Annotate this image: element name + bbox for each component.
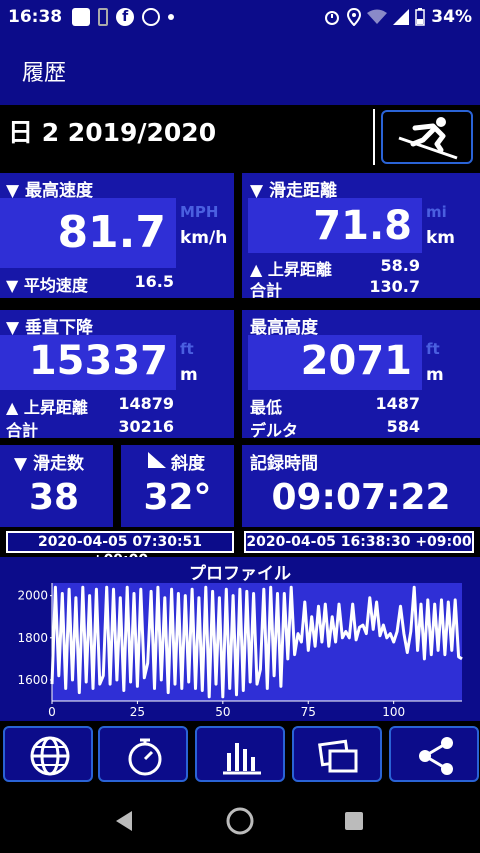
battery-percent: 34% xyxy=(431,6,472,27)
max-speed-value: 81.7 xyxy=(57,207,166,258)
header-divider xyxy=(373,109,375,165)
share-icon xyxy=(419,737,453,775)
alarm-icon xyxy=(325,10,340,25)
start-time: 2020-04-05 07:30:51 +09:00 xyxy=(6,531,234,568)
slope-panel[interactable]: 斜度 32° xyxy=(121,445,234,527)
x-tick-label: 0 xyxy=(48,705,56,719)
x-tick-label: 100 xyxy=(382,705,405,719)
runs-value: 38 xyxy=(28,477,80,518)
delta-altitude-value: 584 xyxy=(386,417,420,436)
distance-value: 71.8 xyxy=(313,203,412,249)
slope-title: 斜度 xyxy=(171,454,205,474)
distance-panel[interactable]: ▼ 滑走距離 71.8 mi km ▲ 上昇距離 58.9 合計 130.7 xyxy=(242,173,480,300)
profile-chart: 1600 1800 2000 0 25 50 75 100 xyxy=(17,583,463,719)
app-notification-icon xyxy=(72,7,91,26)
page-title: 履歴 xyxy=(22,61,67,86)
slope-value: 32° xyxy=(143,477,212,518)
avg-speed-label: ▼ 平均速度 xyxy=(6,276,88,295)
duration-title: 記録時間 xyxy=(250,454,318,474)
recents-icon[interactable] xyxy=(343,810,365,832)
bar-chart-icon xyxy=(223,743,261,775)
distance-total-label: 合計 xyxy=(250,281,283,300)
x-tick-label: 50 xyxy=(215,705,230,719)
max-altitude-panel[interactable]: 最高高度 2071 ft m 最低 1487 デルタ 584 xyxy=(242,310,480,440)
vertical-descent-value: 15337 xyxy=(28,338,168,384)
runs-panel[interactable]: ▼ 滑走数 38 xyxy=(0,445,113,527)
profile-chart-panel[interactable]: プロファイル 1600 1800 2000 0 25 50 75 100 xyxy=(0,557,480,721)
system-nav-bar xyxy=(0,788,480,853)
back-icon[interactable] xyxy=(112,809,136,833)
max-altitude-unit-alt[interactable]: ft xyxy=(426,340,440,358)
distance-ascent-value: 58.9 xyxy=(380,256,420,275)
vertical-descent-panel[interactable]: ▼ 垂直下降 15337 ft m ▲ 上昇距離 14879 合計 30216 xyxy=(0,310,234,440)
season-label: 日 2 2019/2020 xyxy=(8,118,217,147)
skier-icon xyxy=(398,117,458,160)
runs-title: ▼ 滑走数 xyxy=(14,454,84,474)
descent-ascent-value: 14879 xyxy=(118,394,174,413)
descent-total-value: 30216 xyxy=(118,417,174,436)
wifi-icon xyxy=(367,9,388,24)
x-tick-label: 25 xyxy=(130,705,145,719)
battery-icon xyxy=(415,7,426,26)
battery-saver-icon xyxy=(98,7,109,26)
max-speed-unit-alt[interactable]: MPH xyxy=(180,203,218,221)
distance-total-value: 130.7 xyxy=(369,277,420,296)
vertical-descent-unit-alt[interactable]: ft xyxy=(180,340,194,358)
status-bar: 16:38 f 34% xyxy=(0,0,480,33)
map-button[interactable] xyxy=(3,726,93,782)
descent-ascent-label: ▲ 上昇距離 xyxy=(6,398,88,417)
avg-speed-value: 16.5 xyxy=(134,272,174,291)
app-bar: 履歴 xyxy=(0,33,480,105)
stopwatch-icon xyxy=(128,738,162,776)
globe-icon xyxy=(30,736,70,776)
photos-button[interactable] xyxy=(292,726,382,782)
distance-unit-alt[interactable]: mi xyxy=(426,203,447,221)
max-altitude-value: 2071 xyxy=(300,338,412,384)
stats-button[interactable] xyxy=(195,726,285,782)
max-speed-unit[interactable]: km/h xyxy=(180,228,227,248)
wifi-notification-icon xyxy=(142,7,161,26)
home-icon[interactable] xyxy=(225,806,255,836)
y-tick-label: 2000 xyxy=(17,589,48,603)
share-button[interactable] xyxy=(389,726,479,782)
y-tick-label: 1800 xyxy=(17,631,48,645)
slope-icon xyxy=(148,452,166,468)
x-tick-label: 75 xyxy=(301,705,316,719)
max-speed-panel[interactable]: ▼ 最高速度 81.7 MPH km/h ▼ 平均速度 16.5 xyxy=(0,173,234,298)
ski-mode-button[interactable] xyxy=(381,110,473,164)
duration-value: 09:07:22 xyxy=(271,477,451,518)
descent-total-label: 合計 xyxy=(6,421,39,440)
facebook-icon: f xyxy=(116,7,135,26)
min-altitude-label: 最低 xyxy=(250,398,283,417)
status-time: 16:38 xyxy=(8,6,63,27)
distance-unit[interactable]: km xyxy=(426,228,455,248)
vertical-descent-unit[interactable]: m xyxy=(180,365,198,385)
timer-button[interactable] xyxy=(98,726,188,782)
location-icon xyxy=(347,7,362,26)
min-altitude-value: 1487 xyxy=(375,394,420,413)
max-altitude-unit[interactable]: m xyxy=(426,365,444,385)
dot-icon xyxy=(168,13,175,20)
end-time: 2020-04-05 16:38:30 +09:00 xyxy=(244,531,474,553)
y-tick-label: 1600 xyxy=(17,673,48,687)
signal-icon xyxy=(393,8,410,25)
delta-altitude-label: デルタ xyxy=(250,421,299,440)
photos-icon xyxy=(318,739,358,773)
duration-panel[interactable]: 記録時間 09:07:22 xyxy=(242,445,480,527)
